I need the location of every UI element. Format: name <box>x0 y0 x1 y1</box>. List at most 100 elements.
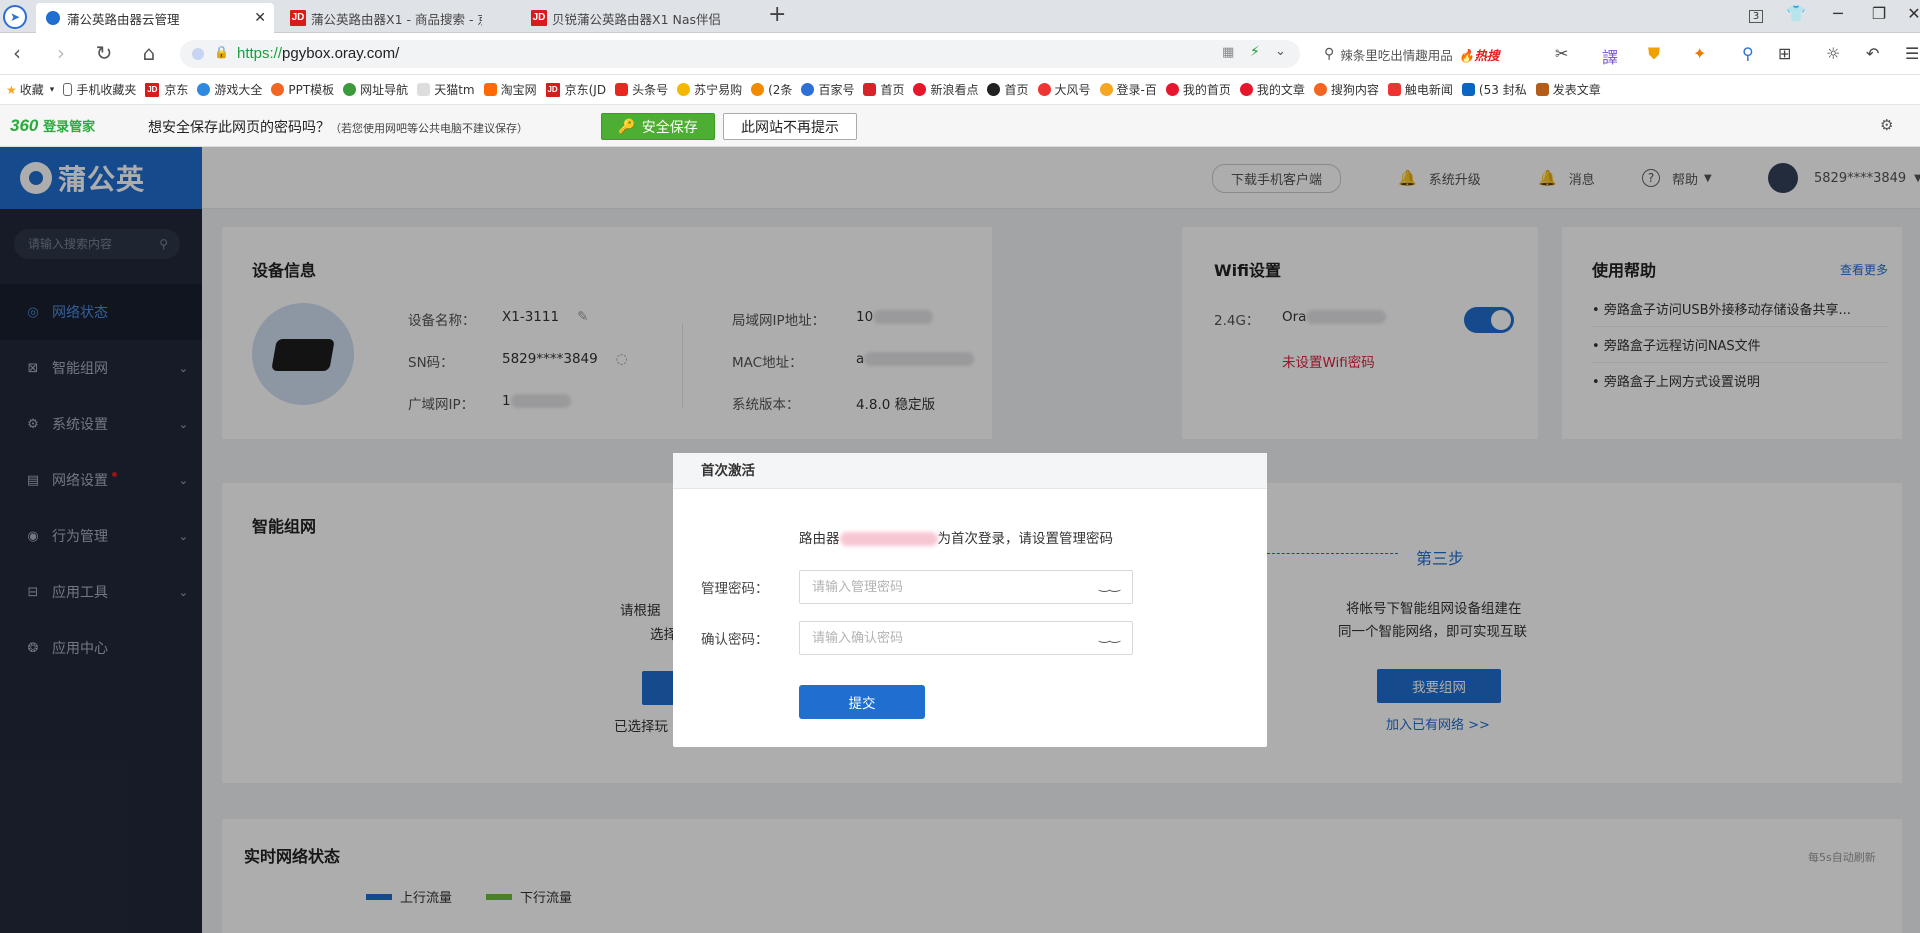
submit-button[interactable]: 提交 <box>799 685 925 719</box>
browser-logo-icon[interactable]: ➤ <box>3 5 27 29</box>
bookmark-label: 搜狗内容 <box>1330 83 1379 97</box>
question-text: 想安全保存此网页的密码吗？ <box>148 120 330 136</box>
bookmark-item[interactable]: 触电新闻 <box>1387 81 1453 98</box>
bookmark-favorites[interactable]: ★ 收藏 ▾ <box>6 81 54 98</box>
tab-jd-nas[interactable]: JD 贝锐蒲公英路由器X1 Nas伴侣 <box>523 3 763 33</box>
bookmark-label: 首页 <box>1004 83 1029 97</box>
minimize-icon[interactable]: ─ <box>1825 4 1851 23</box>
bookmark-label: 我的首页 <box>1182 83 1231 97</box>
bookmark-item[interactable]: 搜狗内容 <box>1313 81 1379 98</box>
bookmark-label: 游戏大全 <box>214 83 263 97</box>
bookmark-item[interactable]: 天猫tm <box>417 81 475 98</box>
forward-icon[interactable]: › <box>48 41 74 65</box>
tmall-icon <box>417 83 431 96</box>
save-password-button[interactable]: 🔑 安全保存 <box>601 113 715 140</box>
bookmark-item[interactable]: 大风号 <box>1037 81 1091 98</box>
jd-icon: JD <box>145 82 160 97</box>
close-window-icon[interactable]: ✕ <box>1901 4 1920 23</box>
doc-icon <box>1239 83 1253 96</box>
reload-icon[interactable]: ↻ <box>91 41 117 65</box>
tab-jd-search[interactable]: JD 蒲公英路由器X1 - 商品搜索 - 京 <box>282 3 482 33</box>
confirm-password-input[interactable] <box>800 622 1080 654</box>
weibo-icon <box>751 83 765 96</box>
bookmark-label: 淘宝网 <box>500 83 537 97</box>
dialog-title: 首次激活 <box>673 453 1267 489</box>
tab-count-badge[interactable]: 3 <box>1743 4 1769 23</box>
bookmark-item[interactable]: 百家号 <box>801 81 854 98</box>
weibo-icon <box>1165 83 1179 96</box>
bookmark-item[interactable]: JD 京东 <box>145 81 188 98</box>
restore-icon[interactable]: ❐ <box>1866 4 1892 23</box>
admin-password-input[interactable] <box>800 571 1080 603</box>
tab-router-cloud[interactable]: 蒲公英路由器云管理 ✕ <box>36 3 274 33</box>
hot-label: 热搜 <box>1474 47 1500 63</box>
confirm-password-field[interactable]: ‿‿ <box>799 621 1133 655</box>
password-save-bar: 360 登录管家 想安全保存此网页的密码吗？（若您使用网吧等公共电脑不建议保存）… <box>0 105 1920 147</box>
hide-password-icon[interactable]: ‿‿ <box>1099 629 1120 644</box>
skin-shirt-icon[interactable]: 👕 <box>1783 4 1809 23</box>
hide-password-icon[interactable]: ‿‿ <box>1099 578 1120 593</box>
undo-icon[interactable]: ↶ <box>1866 44 1879 63</box>
bookmark-item[interactable]: JD 京东(JD <box>545 81 607 98</box>
bookmark-item[interactable]: 发表文章 <box>1535 81 1601 98</box>
suning-icon <box>677 83 691 96</box>
bookmark-item[interactable]: 游戏大全 <box>197 81 262 98</box>
bookmark-item[interactable]: 我的文章 <box>1239 81 1305 98</box>
search-box[interactable]: ⚲ 辣条里吃出情趣用品 🔥热搜 <box>1312 40 1537 68</box>
shield-icon[interactable]: ⛊ <box>1648 44 1660 64</box>
bookmark-item[interactable]: (53 封私 <box>1461 81 1527 98</box>
message-pre: 路由器 <box>799 531 840 547</box>
scissors-icon[interactable]: ✂ <box>1555 44 1568 63</box>
url-scheme: https:// <box>237 45 283 62</box>
new-tab-button[interactable]: + <box>768 2 786 27</box>
magnifier-icon[interactable]: ⚲ <box>1742 44 1754 63</box>
bookmark-item[interactable]: 头条号 <box>615 81 668 98</box>
lock-icon[interactable]: 🔒 <box>214 45 229 59</box>
bookmark-item[interactable]: 首页 <box>863 81 904 98</box>
bookmark-label: 触电新闻 <box>1404 83 1453 97</box>
bookmark-item[interactable]: 首页 <box>987 81 1029 98</box>
close-tab-icon[interactable]: ✕ <box>254 10 266 26</box>
bookmark-label: 我的文章 <box>1256 83 1305 97</box>
menu-icon[interactable]: ☰ <box>1905 44 1919 63</box>
chevron-down-icon[interactable]: ⌄ <box>1275 44 1286 59</box>
bookmark-item[interactable]: PPT模板 <box>271 81 334 98</box>
brightness-icon[interactable]: ☼ <box>1826 44 1840 63</box>
logo-sub: 登录管家 <box>43 120 96 135</box>
home-icon[interactable]: ⌂ <box>136 41 162 65</box>
settings-gear-icon[interactable]: ⚙ <box>1880 116 1893 134</box>
bookmark-item[interactable]: 手机收藏夹 <box>63 81 136 98</box>
never-show-button[interactable]: 此网站不再提示 <box>723 113 857 140</box>
bookmark-item[interactable]: (2条 <box>751 81 792 98</box>
qr-icon[interactable]: ▦ <box>1222 45 1234 60</box>
url-text[interactable]: https://pgybox.oray.com/ <box>237 45 399 62</box>
apps-grid-icon[interactable]: ⊞ <box>1778 44 1791 63</box>
bookmark-label: 京东 <box>164 83 189 97</box>
bookmark-item[interactable]: 苏宁易购 <box>677 81 742 98</box>
touch-icon <box>1387 83 1401 96</box>
translate-icon[interactable]: 譯 <box>1602 44 1618 68</box>
bookmark-item[interactable]: 网址导航 <box>343 81 408 98</box>
bookmark-item[interactable]: 我的首页 <box>1165 81 1231 98</box>
tab-title: 蒲公英路由器云管理 <box>67 11 180 27</box>
url-path: pgybox.oray.com/ <box>282 45 400 62</box>
back-icon[interactable]: ‹ <box>4 41 30 65</box>
bookmark-label: 京东(JD <box>564 83 607 97</box>
admin-password-field[interactable]: ‿‿ <box>799 570 1133 604</box>
paw-icon <box>801 83 815 96</box>
hot-search-badge: 🔥热搜 <box>1458 47 1500 63</box>
eye-icon <box>987 83 1001 96</box>
url-bar[interactable]: 🔒 https://pgybox.oray.com/ ▦ ⚡ ⌄ <box>180 40 1300 68</box>
bookmark-label: 新浪看点 <box>930 83 979 97</box>
site-info-icon[interactable] <box>192 48 204 60</box>
bookmark-label: 天猫tm <box>434 83 475 97</box>
lightning-icon[interactable]: ⚡ <box>1250 44 1260 60</box>
key-icon: 🔑 <box>618 118 636 135</box>
message-post: 为首次登录，请设置管理密码 <box>937 531 1114 547</box>
bookmark-label: 头条号 <box>632 83 669 97</box>
bookmark-item[interactable]: 新浪看点 <box>913 81 978 98</box>
bookmark-item[interactable]: 登录-百 <box>1099 81 1157 98</box>
bookmark-item[interactable]: 淘宝网 <box>483 81 537 98</box>
game-icon[interactable]: ✦ <box>1693 44 1706 63</box>
browser-tab-strip: ➤ 蒲公英路由器云管理 ✕ JD 蒲公英路由器X1 - 商品搜索 - 京 JD … <box>0 0 1920 33</box>
